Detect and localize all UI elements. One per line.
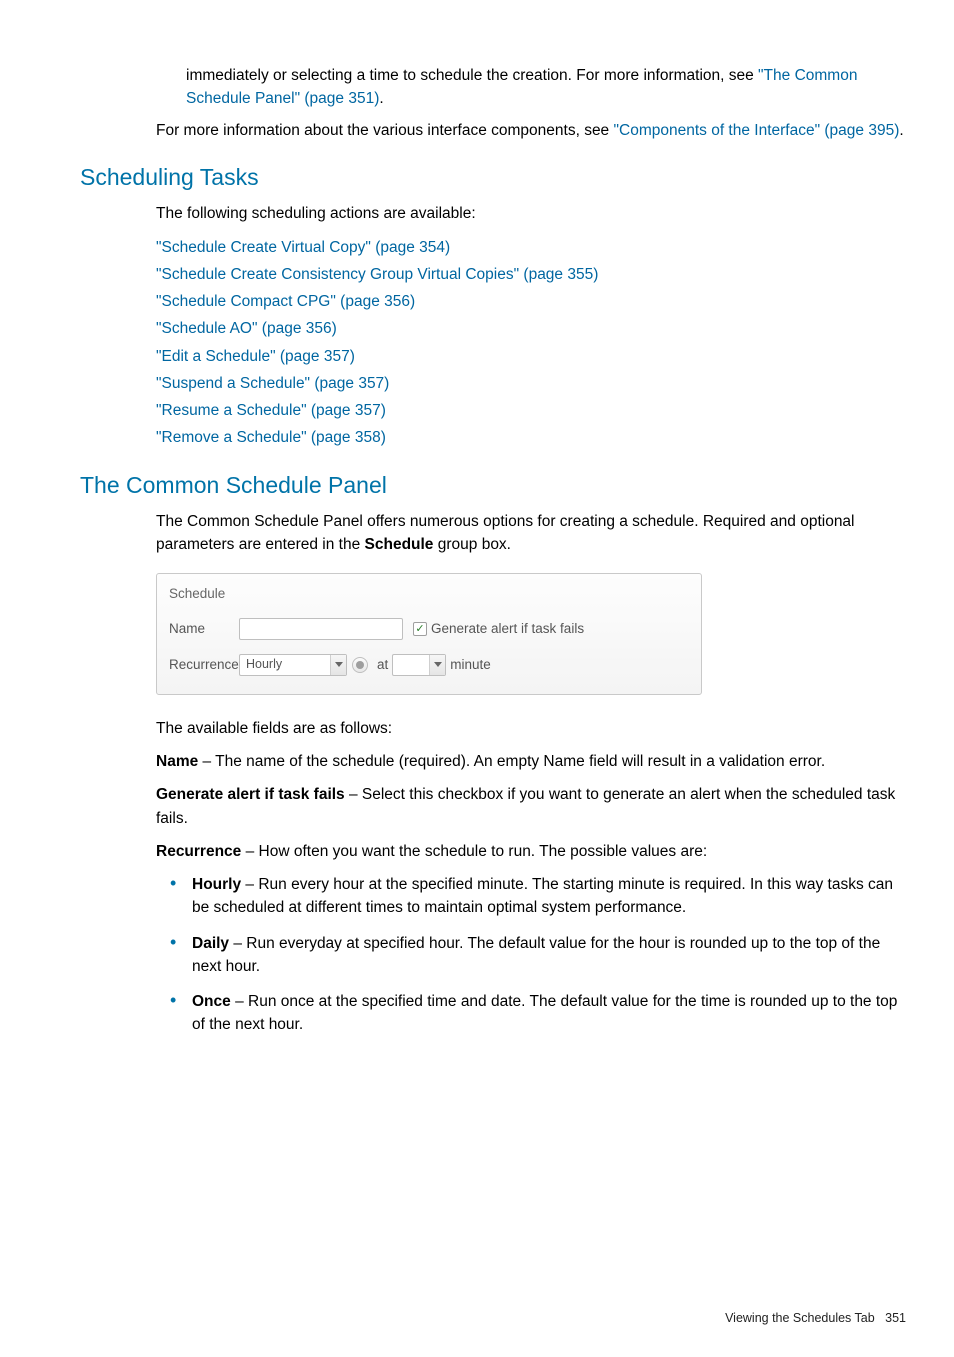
recurrence-value: Hourly	[246, 655, 282, 674]
bullet-hourly-text: – Run every hour at the specified minute…	[192, 876, 893, 916]
link-schedule-virtual-copy[interactable]: "Schedule Create Virtual Copy" (page 354…	[156, 236, 916, 259]
intro-text-2a: For more information about the various i…	[156, 122, 614, 139]
alert-checkbox-label: Generate alert if task fails	[431, 619, 584, 639]
alert-checkbox[interactable]: ✓	[413, 622, 427, 636]
field-name-desc: Name – The name of the schedule (require…	[156, 750, 908, 773]
schedule-groupbox-title: Schedule	[157, 584, 701, 614]
panel-intro-bold: Schedule	[365, 536, 434, 553]
minute-dropdown[interactable]	[392, 654, 446, 676]
task-links-list: "Schedule Create Virtual Copy" (page 354…	[156, 236, 916, 450]
bullet-once-text: – Run once at the specified time and dat…	[192, 993, 897, 1033]
field-alert-desc: Generate alert if task fails – Select th…	[156, 783, 908, 830]
minute-unit: minute	[450, 655, 491, 675]
recurrence-values-list: Hourly – Run every hour at the specified…	[156, 873, 916, 1049]
link-suspend-schedule[interactable]: "Suspend a Schedule" (page 357)	[156, 372, 916, 395]
recurrence-dropdown[interactable]: Hourly	[239, 654, 347, 676]
intro-para-2: For more information about the various i…	[156, 119, 916, 142]
panel-intro-post: group box.	[433, 536, 511, 553]
bullet-daily-text: – Run everyday at specified hour. The de…	[192, 935, 880, 975]
chevron-down-icon	[330, 655, 346, 675]
intro-text-1b: .	[379, 90, 383, 107]
page-footer: Viewing the Schedules Tab 351	[38, 1309, 916, 1328]
help-icon[interactable]	[352, 657, 368, 673]
field-alert-label: Generate alert if task fails	[156, 786, 345, 803]
fields-intro: The available fields are as follows:	[156, 717, 908, 740]
link-schedule-compact-cpg[interactable]: "Schedule Compact CPG" (page 356)	[156, 290, 916, 313]
heading-common-schedule-panel: The Common Schedule Panel	[80, 468, 916, 503]
field-name-text: – The name of the schedule (required). A…	[198, 753, 825, 770]
link-resume-schedule[interactable]: "Resume a Schedule" (page 357)	[156, 399, 916, 422]
intro-text-2b: .	[899, 122, 903, 139]
list-item: Once – Run once at the specified time an…	[156, 990, 916, 1049]
list-item: Hourly – Run every hour at the specified…	[156, 873, 916, 932]
footer-label: Viewing the Schedules Tab	[725, 1311, 875, 1325]
field-recur-text: – How often you want the schedule to run…	[241, 843, 707, 860]
field-name-label: Name	[156, 753, 198, 770]
schedule-panel: Schedule Name ✓ Generate alert if task f…	[156, 573, 702, 695]
link-components-interface[interactable]: "Components of the Interface" (page 395)	[614, 122, 900, 139]
name-label: Name	[169, 619, 239, 639]
name-input[interactable]	[239, 618, 403, 640]
chevron-down-icon	[429, 655, 445, 675]
field-recur-desc: Recurrence – How often you want the sche…	[156, 840, 908, 863]
footer-page: 351	[885, 1311, 906, 1325]
intro-para-1: immediately or selecting a time to sched…	[186, 64, 916, 111]
recurrence-label: Recurrence	[169, 655, 239, 675]
bullet-once-label: Once	[192, 993, 231, 1010]
list-item: Daily – Run everyday at specified hour. …	[156, 932, 916, 991]
link-remove-schedule[interactable]: "Remove a Schedule" (page 358)	[156, 426, 916, 449]
link-edit-schedule[interactable]: "Edit a Schedule" (page 357)	[156, 345, 916, 368]
link-schedule-consistency-group[interactable]: "Schedule Create Consistency Group Virtu…	[156, 263, 916, 286]
link-schedule-ao[interactable]: "Schedule AO" (page 356)	[156, 317, 916, 340]
at-label: at	[377, 655, 388, 675]
panel-intro: The Common Schedule Panel offers numerou…	[156, 510, 908, 557]
bullet-daily-label: Daily	[192, 935, 229, 952]
tasks-intro: The following scheduling actions are ava…	[156, 202, 908, 225]
field-recur-label: Recurrence	[156, 843, 241, 860]
bullet-hourly-label: Hourly	[192, 876, 241, 893]
heading-scheduling-tasks: Scheduling Tasks	[80, 160, 916, 195]
intro-text-1a: immediately or selecting a time to sched…	[186, 67, 758, 84]
